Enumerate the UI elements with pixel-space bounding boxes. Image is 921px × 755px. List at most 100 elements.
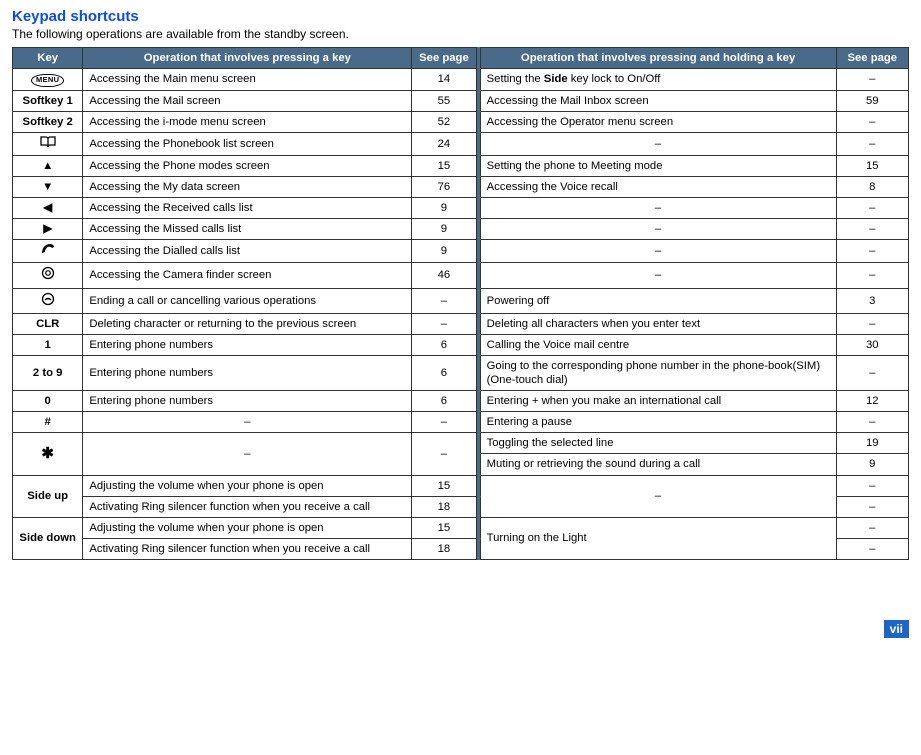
handset-icon bbox=[40, 243, 56, 255]
table-row: Accessing the Phonebook list screen24–– bbox=[13, 132, 909, 155]
page-hold-cell: – bbox=[836, 69, 908, 91]
op-hold-cell: Calling the Voice mail centre bbox=[480, 334, 836, 355]
op-hold-cell: Deleting all characters when you enter t… bbox=[480, 313, 836, 334]
key-cell: Side down bbox=[13, 517, 83, 559]
op-hold-cell: Toggling the selected line bbox=[480, 433, 836, 454]
op-hold-cell: Going to the corresponding phone number … bbox=[480, 355, 836, 390]
table-row: Accessing the Dialled calls list9–– bbox=[13, 240, 909, 263]
op-press-cell: Activating Ring silencer function when y… bbox=[83, 538, 412, 559]
table-row: ▲Accessing the Phone modes screen15Setti… bbox=[13, 155, 909, 176]
op-hold-cell: Entering + when you make an internationa… bbox=[480, 391, 836, 412]
page-hold-cell: 30 bbox=[836, 334, 908, 355]
page-press-cell: 52 bbox=[412, 111, 476, 132]
page-hold-cell: 59 bbox=[836, 90, 908, 111]
camera-icon bbox=[41, 266, 55, 280]
page-press-cell: 18 bbox=[412, 538, 476, 559]
sep-cell bbox=[476, 538, 480, 559]
op-press-cell: Adjusting the volume when your phone is … bbox=[83, 517, 412, 538]
key-cell: 2 to 9 bbox=[13, 355, 83, 390]
key-cell: ▼ bbox=[13, 177, 83, 198]
key-cell: 0 bbox=[13, 391, 83, 412]
page-press-cell: 15 bbox=[412, 155, 476, 176]
op-press-cell: Accessing the Mail screen bbox=[83, 90, 412, 111]
op-hold-cell: Setting the Side key lock to On/Off bbox=[480, 69, 836, 91]
key-cell: ▲ bbox=[13, 155, 83, 176]
table-row: CLRDeleting character or returning to th… bbox=[13, 313, 909, 334]
menu-icon: MENU bbox=[31, 74, 64, 87]
th-pg1: See page bbox=[412, 48, 476, 69]
op-press-cell: Ending a call or cancelling various oper… bbox=[83, 288, 412, 313]
page-hold-cell: – bbox=[836, 219, 908, 240]
page-hold-cell: – bbox=[836, 111, 908, 132]
page-press-cell: 14 bbox=[412, 69, 476, 91]
op-press-cell: Accessing the Camera finder screen bbox=[83, 263, 412, 288]
table-row: ▼Accessing the My data screen76Accessing… bbox=[13, 177, 909, 198]
op-hold-cell: – bbox=[480, 132, 836, 155]
page-hold-cell: – bbox=[836, 263, 908, 288]
op-hold-cell: Accessing the Mail Inbox screen bbox=[480, 90, 836, 111]
page-footer: vii bbox=[12, 620, 909, 638]
key-cell: ▶ bbox=[13, 219, 83, 240]
op-press-cell: – bbox=[83, 433, 412, 475]
page-press-cell: – bbox=[412, 313, 476, 334]
key-cell: CLR bbox=[13, 313, 83, 334]
key-cell bbox=[13, 240, 83, 263]
key-cell: ✱ bbox=[13, 433, 83, 475]
page-press-cell: 6 bbox=[412, 391, 476, 412]
key-cell: 1 bbox=[13, 334, 83, 355]
page-hold-cell: – bbox=[836, 313, 908, 334]
page-number-badge: vii bbox=[884, 620, 909, 638]
op-press-cell: Accessing the Dialled calls list bbox=[83, 240, 412, 263]
page-hold-cell: – bbox=[836, 517, 908, 538]
key-cell: Softkey 1 bbox=[13, 90, 83, 111]
page-press-cell: 15 bbox=[412, 475, 476, 496]
page-press-cell: – bbox=[412, 412, 476, 433]
table-row: ◀Accessing the Received calls list9–– bbox=[13, 198, 909, 219]
key-cell bbox=[13, 288, 83, 313]
op-press-cell: Accessing the Phonebook list screen bbox=[83, 132, 412, 155]
key-cell bbox=[13, 263, 83, 288]
op-hold-cell: – bbox=[480, 475, 836, 517]
page-hold-cell: 8 bbox=[836, 177, 908, 198]
page-press-cell: 55 bbox=[412, 90, 476, 111]
op-press-cell: Deleting character or returning to the p… bbox=[83, 313, 412, 334]
table-row: Side downAdjusting the volume when your … bbox=[13, 517, 909, 538]
table-row: Side upAdjusting the volume when your ph… bbox=[13, 475, 909, 496]
op-press-cell: Accessing the Phone modes screen bbox=[83, 155, 412, 176]
op-hold-cell: – bbox=[480, 263, 836, 288]
page-hold-cell: – bbox=[836, 198, 908, 219]
page-press-cell: 46 bbox=[412, 263, 476, 288]
table-row: #––Entering a pause– bbox=[13, 412, 909, 433]
page-hold-cell: – bbox=[836, 475, 908, 496]
page-hold-cell: – bbox=[836, 240, 908, 263]
page-hold-cell: – bbox=[836, 355, 908, 390]
page-press-cell: 9 bbox=[412, 219, 476, 240]
table-row: 1Entering phone numbers6Calling the Voic… bbox=[13, 334, 909, 355]
op-press-cell: Adjusting the volume when your phone is … bbox=[83, 475, 412, 496]
page-hold-cell: – bbox=[836, 496, 908, 517]
key-cell bbox=[13, 132, 83, 155]
page-press-cell: – bbox=[412, 288, 476, 313]
op-hold-cell: Accessing the Operator menu screen bbox=[480, 111, 836, 132]
op-hold-cell: – bbox=[480, 240, 836, 263]
page-press-cell: 76 bbox=[412, 177, 476, 198]
op-press-cell: Accessing the Received calls list bbox=[83, 198, 412, 219]
op-press-cell: Accessing the Missed calls list bbox=[83, 219, 412, 240]
op-press-cell: Accessing the Main menu screen bbox=[83, 69, 412, 91]
page-press-cell: 18 bbox=[412, 496, 476, 517]
op-press-cell: – bbox=[83, 412, 412, 433]
op-hold-cell: Powering off bbox=[480, 288, 836, 313]
table-row: Softkey 1Accessing the Mail screen55Acce… bbox=[13, 90, 909, 111]
th-op1: Operation that involves pressing a key bbox=[83, 48, 412, 69]
op-hold-cell: Muting or retrieving the sound during a … bbox=[480, 454, 836, 475]
table-header-row: Key Operation that involves pressing a k… bbox=[13, 48, 909, 69]
page-press-cell: 6 bbox=[412, 355, 476, 390]
page-hold-cell: 12 bbox=[836, 391, 908, 412]
key-cell: MENU bbox=[13, 69, 83, 91]
th-key: Key bbox=[13, 48, 83, 69]
key-cell: ◀ bbox=[13, 198, 83, 219]
op-hold-cell: Turning on the Light bbox=[480, 517, 836, 559]
table-row: ✱––Toggling the selected line19 bbox=[13, 433, 909, 454]
op-hold-cell: Entering a pause bbox=[480, 412, 836, 433]
page-hold-cell: – bbox=[836, 132, 908, 155]
